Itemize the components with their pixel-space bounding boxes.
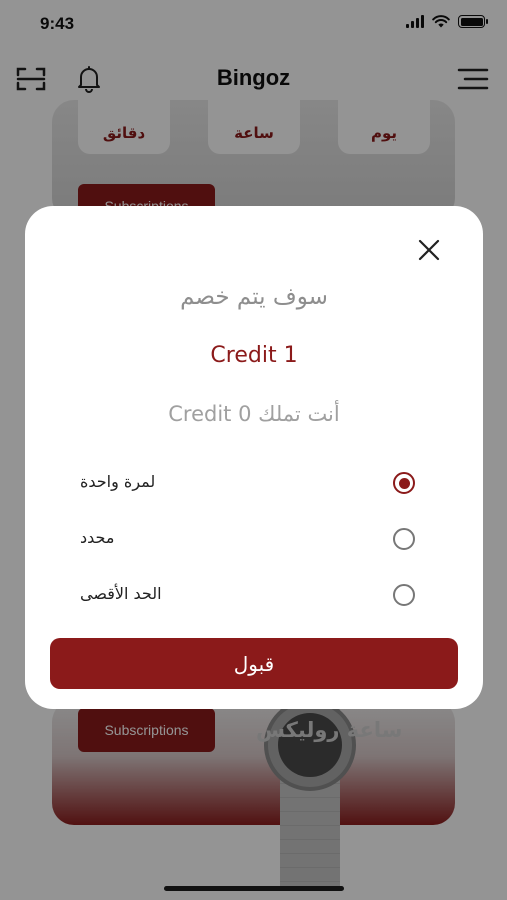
credit-dialog: سوف يتم خصم Credit 1 أنت تملك Credit 0 ل… xyxy=(25,206,483,709)
close-icon[interactable] xyxy=(413,234,445,266)
home-indicator[interactable] xyxy=(164,886,344,891)
option-maximum[interactable]: الحد الأقصى xyxy=(80,580,415,610)
radio-unselected-icon[interactable] xyxy=(393,584,415,606)
option-specific[interactable]: محدد xyxy=(80,524,415,554)
option-once[interactable]: لمرة واحدة xyxy=(80,468,415,498)
credit-balance: أنت تملك Credit 0 xyxy=(168,402,340,426)
option-label: لمرة واحدة xyxy=(80,472,156,491)
radio-unselected-icon[interactable] xyxy=(393,528,415,550)
radio-selected-icon[interactable] xyxy=(393,472,415,494)
dialog-heading: سوف يتم خصم xyxy=(180,284,328,310)
accept-button[interactable]: قبول xyxy=(50,638,458,689)
option-label: الحد الأقصى xyxy=(80,584,162,603)
credit-cost: Credit 1 xyxy=(210,343,298,368)
option-label: محدد xyxy=(80,528,115,547)
